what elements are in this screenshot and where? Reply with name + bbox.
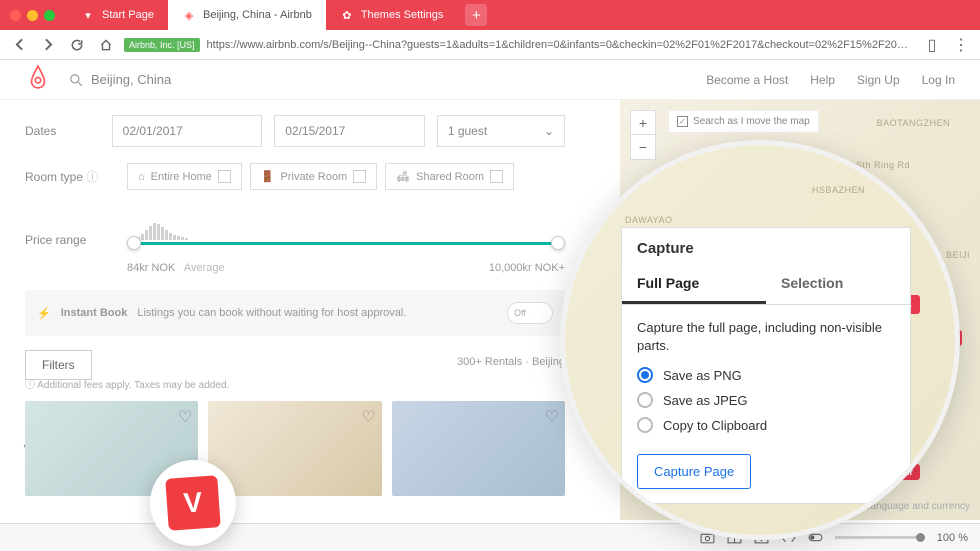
checkbox: [490, 170, 503, 183]
chevron-down-icon: ⌄: [544, 124, 554, 138]
listing-card[interactable]: ♡: [392, 401, 565, 496]
instant-book-row: ⚡ Instant Book Listings you can book wit…: [25, 290, 565, 336]
bolt-icon: ⚡: [37, 307, 51, 320]
forward-button[interactable]: [37, 34, 59, 56]
price-min-value: 84kr NOK: [127, 262, 175, 274]
airbnb-icon: ◈: [182, 8, 196, 22]
capture-tab-selection[interactable]: Selection: [766, 265, 910, 304]
filters-panel: Dates 1 guest⌄ Room type ⓘ ⌂Entire Home …: [0, 100, 590, 511]
checkbox: [353, 170, 366, 183]
login-link[interactable]: Log In: [922, 73, 955, 87]
door-icon: 🚪: [261, 170, 275, 183]
map-region-label: DAWAYAO: [625, 215, 673, 225]
tab-label: Start Page: [102, 9, 154, 21]
save-png-radio[interactable]: Save as PNG: [637, 367, 895, 383]
checkout-input[interactable]: [274, 115, 425, 147]
become-host-link[interactable]: Become a Host: [706, 73, 788, 87]
instant-book-title: Instant Book: [61, 307, 128, 319]
capture-description: Capture the full page, including non-vis…: [637, 319, 895, 355]
menu-button[interactable]: ⋮: [950, 34, 972, 56]
checkbox: [218, 170, 231, 183]
heart-icon[interactable]: ♡: [178, 407, 192, 427]
vivaldi-icon: ▾: [81, 8, 95, 22]
info-icon[interactable]: ⓘ: [86, 170, 98, 184]
save-jpeg-radio[interactable]: Save as JPEG: [637, 392, 895, 408]
minimize-window-icon[interactable]: [27, 10, 38, 21]
zoom-in-button[interactable]: +: [631, 111, 655, 135]
listing-carousel: ♡ ♡ ♡: [25, 401, 565, 496]
new-tab-button[interactable]: +: [465, 4, 487, 26]
radio-icon: [637, 392, 653, 408]
home-icon: ⌂: [138, 171, 145, 183]
reload-button[interactable]: [66, 34, 88, 56]
search-icon: [69, 73, 83, 87]
price-max-handle[interactable]: [551, 236, 565, 250]
capture-popup: Capture Full Page Selection Capture the …: [621, 227, 911, 504]
magnifier-lens: HSBAZHEN DAWAYAO 841kr NOK 09kr NOK 432k…: [560, 140, 960, 540]
capture-title: Capture: [622, 228, 910, 265]
search-as-move-checkbox[interactable]: ✓Search as I move the map: [668, 110, 819, 133]
capture-tab-fullpage[interactable]: Full Page: [622, 265, 766, 304]
close-window-icon[interactable]: [10, 10, 21, 21]
airbnb-logo-icon[interactable]: [25, 64, 51, 95]
zoom-slider[interactable]: [835, 536, 925, 539]
vivaldi-logo-badge: V: [150, 460, 236, 546]
tab-label: Beijing, China - Airbnb: [203, 9, 312, 21]
copy-clipboard-radio[interactable]: Copy to Clipboard: [637, 417, 895, 433]
radio-icon: [637, 367, 653, 383]
instant-book-desc: Listings you can book without waiting fo…: [137, 307, 406, 319]
gear-icon: ✿: [340, 8, 354, 22]
listing-card[interactable]: ♡: [208, 401, 381, 496]
heart-icon[interactable]: ♡: [545, 407, 559, 427]
window-controls: [10, 10, 55, 21]
sofa-icon: 🛋: [396, 170, 410, 183]
vivaldi-icon: V: [165, 475, 221, 531]
url-field[interactable]: https://www.airbnb.com/s/Beijing--China?…: [207, 39, 914, 51]
map-region-label: BAOTANGZHEN: [877, 118, 950, 128]
entire-home-option[interactable]: ⌂Entire Home: [127, 163, 242, 190]
price-histogram: [137, 222, 277, 240]
tab-airbnb[interactable]: ◈ Beijing, China - Airbnb: [168, 0, 326, 30]
signup-link[interactable]: Sign Up: [857, 73, 900, 87]
guests-select[interactable]: 1 guest ⌄: [437, 115, 565, 147]
price-avg-label: Average: [184, 262, 225, 274]
search-field[interactable]: Beijing, China: [69, 72, 171, 87]
shared-room-option[interactable]: 🛋Shared Room: [385, 163, 514, 190]
instant-book-toggle[interactable]: Off: [507, 302, 553, 324]
tab-themes[interactable]: ✿ Themes Settings: [326, 0, 458, 30]
browser-tab-bar: ▾ Start Page ◈ Beijing, China - Airbnb ✿…: [0, 0, 980, 30]
roomtype-label: Room type ⓘ: [25, 168, 115, 185]
price-max-value: 10,000kr NOK+: [489, 262, 565, 274]
price-slider[interactable]: [127, 214, 565, 254]
checkin-input[interactable]: [112, 115, 263, 147]
results-count: 300+ Rentals · Beijing: [25, 356, 565, 368]
tab-label: Themes Settings: [361, 9, 444, 21]
price-label: Price range: [25, 233, 115, 247]
home-button[interactable]: [95, 34, 117, 56]
price-min-handle[interactable]: [127, 236, 141, 250]
fees-note: ⓘ Additional fees apply. Taxes may be ad…: [25, 376, 565, 391]
radio-icon: [637, 417, 653, 433]
site-header: Beijing, China Become a Host Help Sign U…: [0, 60, 980, 100]
private-room-option[interactable]: 🚪Private Room: [250, 163, 377, 190]
maximize-window-icon[interactable]: [44, 10, 55, 21]
map-region-label: HSBAZHEN: [812, 185, 865, 195]
dates-label: Dates: [25, 124, 100, 138]
heart-icon[interactable]: ♡: [361, 407, 375, 427]
bookmark-button[interactable]: ▯: [921, 34, 943, 56]
capture-page-button[interactable]: Capture Page: [637, 454, 751, 489]
help-link[interactable]: Help: [810, 73, 835, 87]
search-value: Beijing, China: [91, 72, 171, 87]
tab-start-page[interactable]: ▾ Start Page: [67, 0, 168, 30]
address-bar: Airbnb, Inc. [US] https://www.airbnb.com…: [0, 30, 980, 60]
guests-value: 1 guest: [448, 124, 487, 138]
site-identity-badge[interactable]: Airbnb, Inc. [US]: [124, 38, 200, 52]
back-button[interactable]: [8, 34, 30, 56]
